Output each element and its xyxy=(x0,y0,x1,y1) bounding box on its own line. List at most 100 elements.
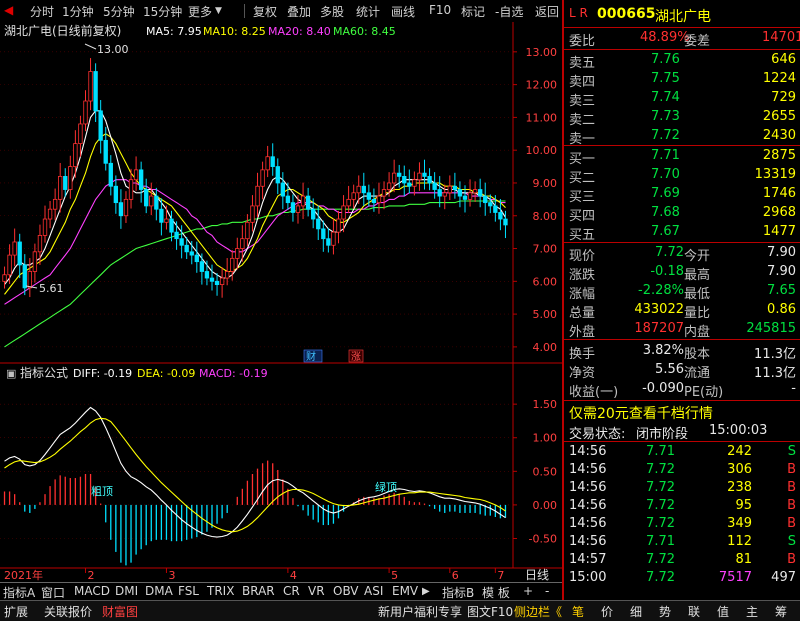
candle xyxy=(447,185,452,194)
tab-intraday[interactable]: 分时 xyxy=(30,3,54,20)
tab-indicator-b[interactable]: 指标B xyxy=(442,584,474,601)
bid-price: 7.69 xyxy=(651,186,680,201)
tab-fsl[interactable]: FSL xyxy=(178,584,199,598)
top-toolbar: ◀ 分时 1分钟 5分钟 15分钟 更多 ▼ 复权 叠加 多股 统计 画线 F1… xyxy=(0,0,562,23)
tab-value[interactable]: 值 xyxy=(717,603,729,620)
candle xyxy=(437,189,442,197)
tick-time: 14:56 xyxy=(569,498,607,513)
tab-template[interactable]: 模 板 xyxy=(482,584,510,601)
candle xyxy=(407,182,412,187)
tab-more[interactable]: 更多 xyxy=(188,3,212,20)
tab-trix[interactable]: TRIX xyxy=(207,584,234,598)
tab-macd[interactable]: MACD xyxy=(74,584,110,598)
adjust-button[interactable]: 复权 xyxy=(253,3,277,20)
tab-cr[interactable]: CR xyxy=(283,584,300,598)
price-tick-label: 7.00 xyxy=(533,243,558,256)
tab-window[interactable]: 窗口 xyxy=(41,584,65,601)
chart-area[interactable]: 13.00 12.00 11.00 10.00 9.00 8.00 7.00 6.00 5.00… xyxy=(0,22,562,582)
menu-arrow-icon[interactable]: ◀ xyxy=(4,3,13,17)
candle xyxy=(194,254,199,263)
quote-stat-row: 总量 433022 量比 0.86 xyxy=(566,300,800,321)
candle xyxy=(32,251,38,272)
tab-indicator-a[interactable]: 指标A xyxy=(3,584,35,601)
bid-row[interactable]: 买四 7.68 2968 xyxy=(566,203,800,224)
mark-button[interactable]: 标记 xyxy=(461,3,485,20)
ask-row[interactable]: 卖一 7.72 2430 xyxy=(566,126,800,147)
ask-volume: 2655 xyxy=(762,109,796,124)
back-button[interactable]: 返回 xyxy=(535,3,559,20)
tick-side: 497 xyxy=(771,570,796,585)
related-quotes-button[interactable]: 关联报价 xyxy=(44,603,92,620)
candle xyxy=(68,166,73,190)
tab-vr[interactable]: VR xyxy=(308,584,325,598)
candle xyxy=(305,195,311,210)
tab-obv[interactable]: OBV xyxy=(333,584,359,598)
tab-main-force[interactable]: 主 xyxy=(746,603,758,620)
multi-stock-button[interactable]: 多股 xyxy=(320,3,344,20)
promo-banner[interactable]: 仅需20元查看千档行情 xyxy=(569,403,713,423)
tab-emv[interactable]: EMV xyxy=(392,584,418,598)
ma10-label: MA10: 8.25 xyxy=(203,25,266,38)
candle xyxy=(118,202,124,217)
x-tick-label: 2021年 xyxy=(4,568,43,582)
tab-price[interactable]: 价 xyxy=(601,603,613,620)
candle xyxy=(503,218,508,226)
sidebar-toggle-button[interactable]: 侧边栏《 xyxy=(514,603,562,620)
tab-linked[interactable]: 联 xyxy=(688,603,700,620)
stats-button[interactable]: 统计 xyxy=(356,3,380,20)
f10-text-button[interactable]: 图文F10 xyxy=(467,603,513,620)
tab-asi[interactable]: ASI xyxy=(364,584,383,598)
candle xyxy=(285,195,291,204)
ask-row[interactable]: 卖三 7.74 729 xyxy=(566,88,800,109)
bid-row[interactable]: 买五 7.67 1477 xyxy=(566,222,800,243)
tab-detail[interactable]: 细 xyxy=(630,603,642,620)
ma60-label: MA60: 8.45 xyxy=(333,25,396,38)
tick-price: 7.72 xyxy=(646,480,675,495)
candle xyxy=(265,156,270,171)
tab-trend[interactable]: 势 xyxy=(659,603,671,620)
tab-dmi[interactable]: DMI xyxy=(115,584,138,598)
ask-row[interactable]: 卖二 7.73 2655 xyxy=(566,107,800,128)
bid-row[interactable]: 买二 7.70 13319 xyxy=(566,165,800,186)
trade-status-label: 交易状态: xyxy=(569,427,626,442)
ask-row[interactable]: 卖四 7.75 1224 xyxy=(566,69,800,90)
bid-row[interactable]: 买三 7.69 1746 xyxy=(566,184,800,205)
tab-remove-button[interactable]: - xyxy=(545,584,549,598)
tab-dma[interactable]: DMA xyxy=(145,584,173,598)
overlay-button[interactable]: 叠加 xyxy=(287,3,311,20)
f10-button[interactable]: F10 xyxy=(429,3,451,17)
indicator-menu-icon[interactable]: ▣ xyxy=(6,367,16,380)
wealth-chart-button[interactable]: 财富图 xyxy=(102,603,138,620)
chevron-down-icon[interactable]: ▼ xyxy=(215,6,222,16)
ask-row[interactable]: 卖五 7.76 646 xyxy=(566,50,800,71)
candle xyxy=(204,271,210,279)
ask-price: 7.72 xyxy=(651,128,680,143)
tab-trades[interactable]: 笔 xyxy=(572,603,584,620)
ma5-label: MA5: 7.95 xyxy=(146,25,202,38)
trade-time: 15:00:03 xyxy=(709,423,768,438)
tick-time: 14:56 xyxy=(569,444,607,459)
candle xyxy=(22,264,27,289)
tab-5min[interactable]: 5分钟 xyxy=(103,3,135,20)
expand-button[interactable]: 扩展 xyxy=(4,603,28,620)
tab-1min[interactable]: 1分钟 xyxy=(62,3,94,20)
tab-add-button[interactable]: + xyxy=(523,584,533,598)
candle xyxy=(432,182,437,190)
indicator-name[interactable]: 指标公式 xyxy=(20,365,68,380)
tab-brar[interactable]: BRAR xyxy=(242,584,275,598)
quote-stat-row: 外盘 187207 内盘 245815 xyxy=(566,319,800,340)
tick-time: 14:56 xyxy=(569,462,607,477)
stat-value: -0.18 xyxy=(650,264,684,279)
new-user-benefits-button[interactable]: 新用户福利专享 xyxy=(378,603,462,620)
candle xyxy=(427,176,432,184)
watchlist-remove-button[interactable]: -自选 xyxy=(495,3,523,20)
draw-line-button[interactable]: 画线 xyxy=(391,3,415,20)
bid-row[interactable]: 买一 7.71 2875 xyxy=(566,146,800,167)
tab-15min[interactable]: 15分钟 xyxy=(143,3,182,20)
tab-scroll-right-icon[interactable]: ▶ xyxy=(422,586,430,597)
tab-chips[interactable]: 筹 xyxy=(775,603,787,620)
candle xyxy=(184,244,189,253)
candle xyxy=(164,218,169,223)
candle xyxy=(270,156,275,167)
ask-price: 7.74 xyxy=(651,90,680,105)
